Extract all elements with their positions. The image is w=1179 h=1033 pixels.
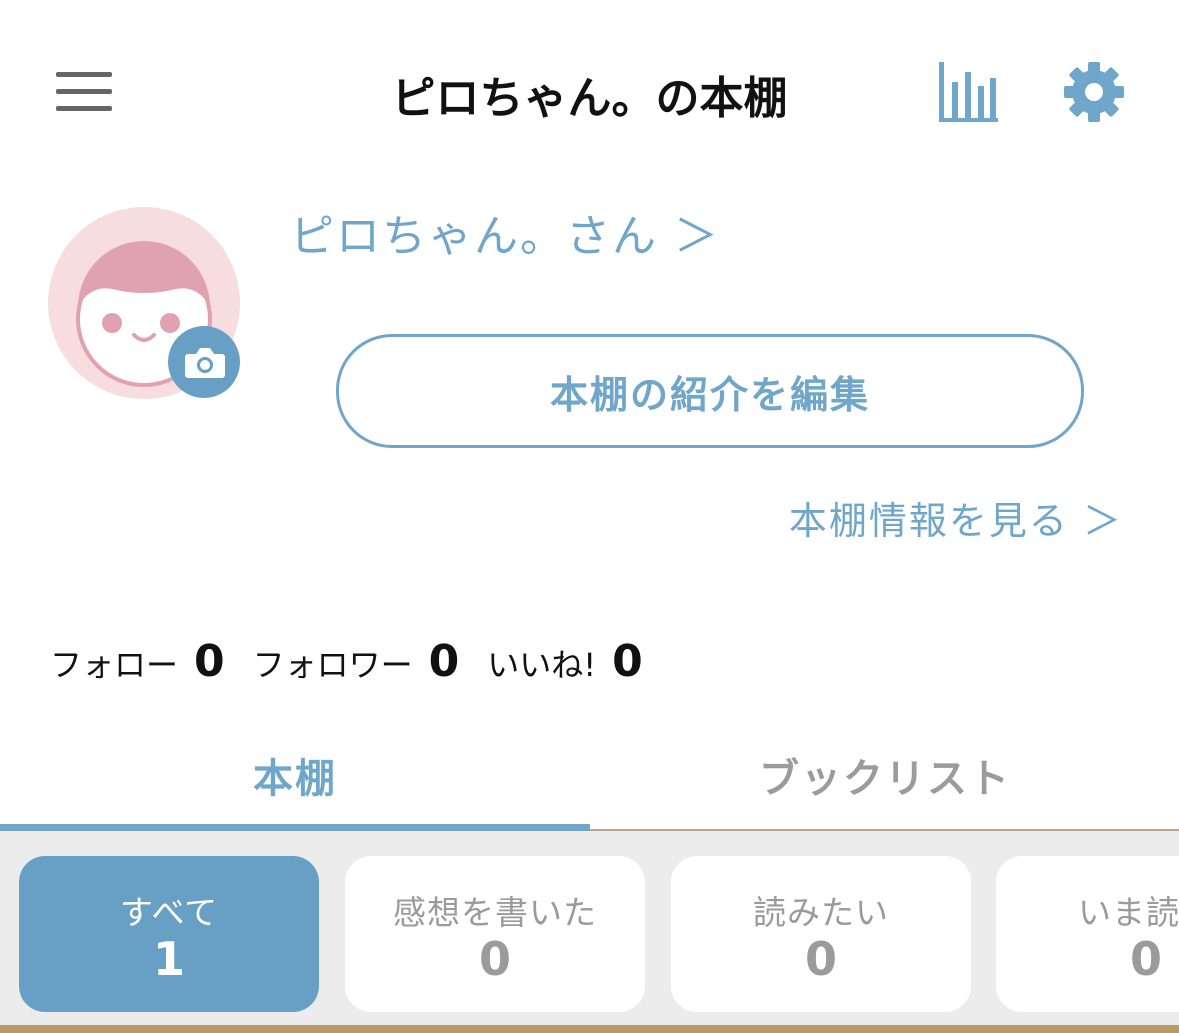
following-count[interactable]: 0 [194,636,225,687]
filter-count: 0 [1129,932,1162,986]
shelf-bottom-bar [0,1025,1179,1033]
shelf-info-link[interactable]: 本棚情報を見る ＞ [789,490,1123,545]
filter-count: 0 [478,932,511,986]
gear-icon [1064,62,1124,122]
followers-count[interactable]: 0 [429,636,460,687]
bar-chart-icon [939,62,998,122]
filter-reading-now[interactable]: いま読ん 0 [996,856,1179,1012]
filter-reviewed[interactable]: 感想を書いた 0 [345,856,645,1012]
stats-button[interactable] [936,60,1000,124]
page-title: ピロちゃん。の本棚 [391,73,788,124]
filter-label: 感想を書いた [393,893,597,932]
likes-label[interactable]: いいね! [487,640,596,686]
edit-intro-button[interactable]: 本棚の紹介を編集 [336,334,1084,448]
filter-count: 1 [152,932,185,986]
tab-booklist[interactable]: ブックリスト [590,746,1179,804]
filter-want-to-read[interactable]: 読みたい 0 [671,856,971,1012]
active-tab-indicator [0,824,590,831]
following-label[interactable]: フォロー [50,640,178,686]
follow-counts: フォロー 0 フォロワー 0 いいね! 0 [50,636,671,687]
settings-button[interactable] [1062,60,1126,124]
followers-label[interactable]: フォロワー [253,640,413,686]
camera-icon [185,348,225,378]
change-photo-button[interactable] [168,326,240,398]
user-profile-link[interactable]: ピロちゃん。さん ＞ [290,200,720,264]
filter-count: 0 [804,932,837,986]
filter-label: すべて [119,893,219,932]
likes-count[interactable]: 0 [612,636,643,687]
filter-all[interactable]: すべて 1 [19,856,319,1012]
filter-label: いま読ん [1078,893,1179,932]
filter-label: 読みたい [753,893,889,932]
tab-bookshelf[interactable]: 本棚 [0,746,590,804]
